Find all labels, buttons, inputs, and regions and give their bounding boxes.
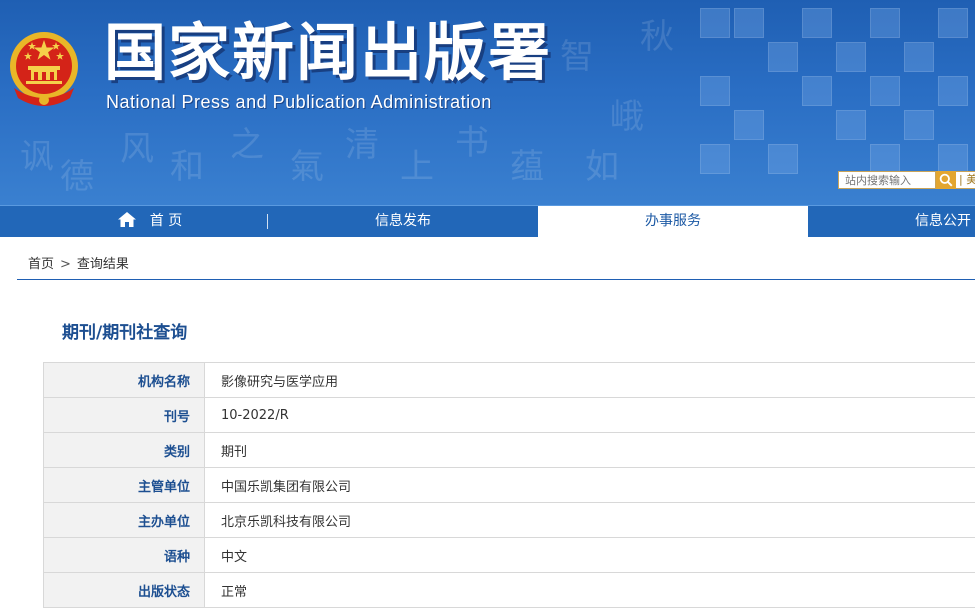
field-value: 中国乐凯集团有限公司 xyxy=(204,467,975,503)
field-value: 北京乐凯科技有限公司 xyxy=(204,502,975,538)
site-title: 国家新闻出版署 xyxy=(104,16,553,89)
field-value: 正常 xyxy=(204,572,975,608)
table-row: 类别 期刊 xyxy=(43,432,975,468)
site-title-english: National Press and Publication Administr… xyxy=(106,92,492,112)
main-nav: 首 页 信息发布 办事服务 信息公开 xyxy=(0,205,975,237)
nav-item-label: 信息发布 xyxy=(375,213,431,229)
nav-item-home[interactable]: 首 页 xyxy=(70,206,230,237)
field-label: 机构名称 xyxy=(43,362,205,398)
table-row: 出版状态 正常 xyxy=(43,572,975,608)
nav-item-info-release[interactable]: 信息发布 xyxy=(268,206,538,237)
search-trailing-text: | 美 xyxy=(956,171,975,189)
breadcrumb: 首页 > 查询结果 xyxy=(28,253,129,272)
field-label: 类别 xyxy=(43,432,205,468)
nav-item-label: 首 页 xyxy=(149,213,183,229)
field-label: 主管单位 xyxy=(43,467,205,503)
nav-item-services[interactable]: 办事服务 xyxy=(538,206,808,237)
nav-item-info-disclosure[interactable]: 信息公开 xyxy=(808,206,975,237)
breadcrumb-current: 查询结果 xyxy=(76,257,129,272)
search-button[interactable] xyxy=(936,171,956,189)
table-row: 主办单位 北京乐凯科技有限公司 xyxy=(43,502,975,538)
field-value: 影像研究与医学应用 xyxy=(204,362,975,398)
result-table: 机构名称 影像研究与医学应用 刊号 10-2022/R 类别 期刊 主管单位 中… xyxy=(43,362,975,608)
table-row: 机构名称 影像研究与医学应用 xyxy=(43,362,975,398)
field-label: 出版状态 xyxy=(43,572,205,608)
breadcrumb-separator: > xyxy=(60,257,71,272)
home-icon xyxy=(117,212,136,227)
nav-item-label: 信息公开 xyxy=(915,213,971,229)
field-value: 中文 xyxy=(204,537,975,573)
field-label: 主办单位 xyxy=(43,502,205,538)
field-label: 语种 xyxy=(43,537,205,573)
table-row: 主管单位 中国乐凯集团有限公司 xyxy=(43,467,975,503)
nav-item-label: 办事服务 xyxy=(645,213,701,229)
field-value: 期刊 xyxy=(204,432,975,468)
field-label: 刊号 xyxy=(43,397,205,433)
table-row: 语种 中文 xyxy=(43,537,975,573)
site-search-input[interactable] xyxy=(838,171,936,189)
search-icon xyxy=(939,173,953,187)
breadcrumb-home-link[interactable]: 首页 xyxy=(28,257,54,272)
field-value: 10-2022/R xyxy=(204,397,975,433)
table-row: 刊号 10-2022/R xyxy=(43,397,975,433)
page-title: 期刊/期刊社查询 xyxy=(62,323,188,343)
breadcrumb-divider xyxy=(17,279,975,280)
national-emblem-icon xyxy=(10,32,78,106)
site-header: 风 和 之 氣 清 上 书 蕴 智 峨 秋 讽 德 如 国家新闻出版署 Nati… xyxy=(0,0,975,205)
